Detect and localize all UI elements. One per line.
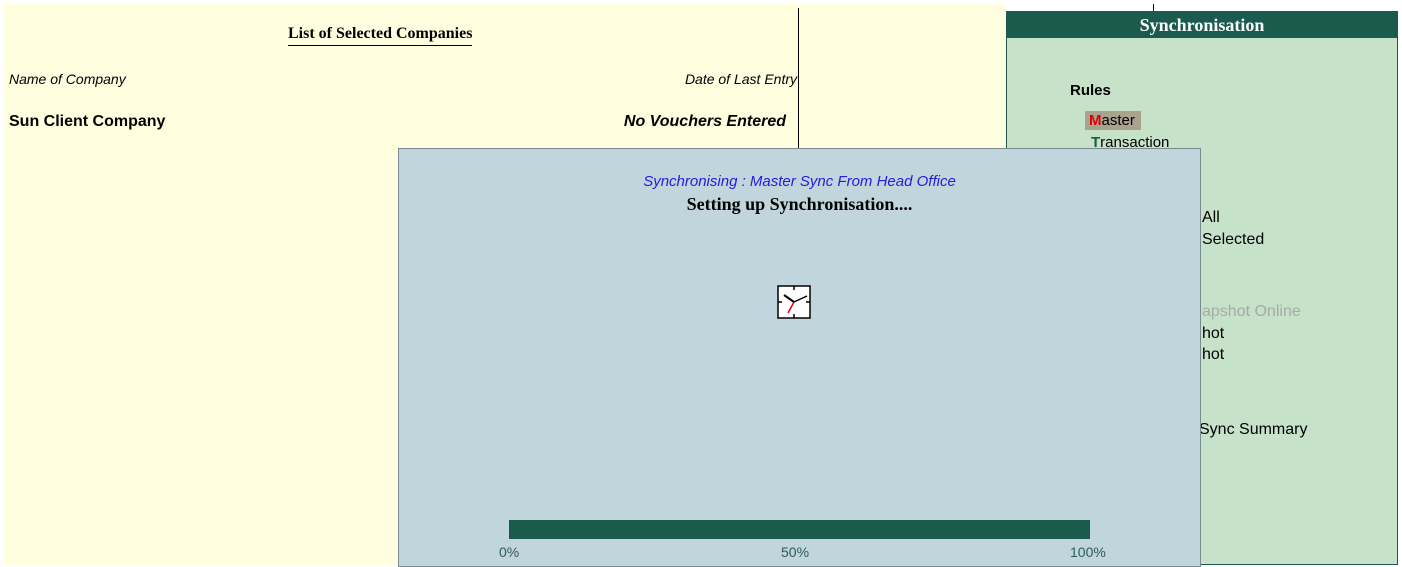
hotkey-letter: M	[1089, 112, 1102, 129]
list-title: List of Selected Companies	[288, 25, 473, 46]
option-label: aster	[1101, 112, 1135, 129]
rule-master-option[interactable]: Master	[1085, 111, 1141, 130]
company-name[interactable]: Sun Client Company	[9, 113, 165, 131]
option-sync-summary[interactable]: Sync Summary	[1199, 421, 1307, 439]
clock-icon	[777, 285, 811, 319]
dialog-status: Setting up Synchronisation....	[686, 194, 913, 214]
progress-label-0: 0%	[499, 544, 520, 560]
column-header-name: Name of Company	[9, 71, 126, 87]
progress-bar	[509, 520, 1090, 539]
option-snapshot-1[interactable]: hot	[1202, 325, 1224, 343]
company-last-entry: No Vouchers Entered	[623, 113, 786, 130]
sync-progress-dialog: Synchronising : Master Sync From Head Of…	[398, 148, 1201, 567]
progress-fill	[509, 520, 1090, 539]
option-selected[interactable]: Selected	[1202, 231, 1264, 249]
progress-label-100: 100%	[1070, 544, 1106, 560]
panel-title: Synchronisation	[1007, 12, 1397, 38]
option-snapshot-online: apshot Online	[1202, 303, 1301, 320]
column-divider	[798, 8, 799, 148]
dialog-subtitle: Synchronising : Master Sync From Head Of…	[643, 173, 956, 190]
rules-label: Rules	[1070, 82, 1111, 99]
progress-label-50: 50%	[781, 544, 810, 560]
column-header-date: Date of Last Entry	[684, 71, 797, 87]
option-snapshot-2[interactable]: hot	[1202, 346, 1224, 364]
option-all[interactable]: All	[1202, 209, 1220, 227]
